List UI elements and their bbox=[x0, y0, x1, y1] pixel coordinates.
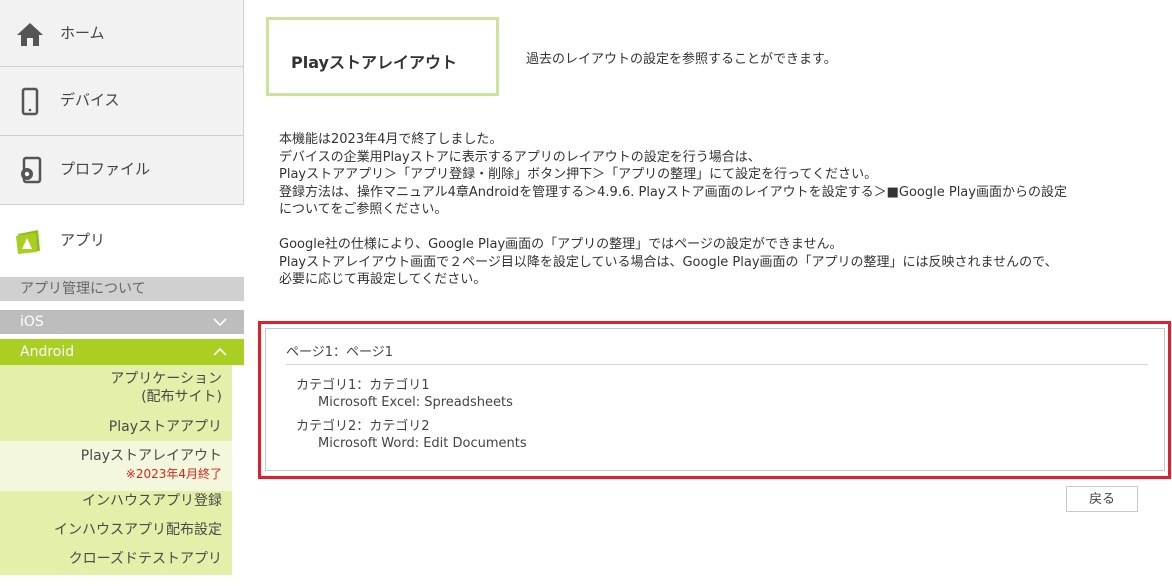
layout-preview-box: ページ1：ページ1 カテゴリ1：カテゴリ1 Microsoft Excel: S… bbox=[265, 328, 1165, 471]
notice-line: Google社の仕様により、Google Play画面の「アプリの整理」ではペー… bbox=[279, 237, 843, 252]
submenu-item-label: Playストアレイアウト bbox=[80, 448, 222, 464]
menu-about-apps-label: アプリ管理について bbox=[20, 281, 146, 297]
divider bbox=[286, 364, 1148, 365]
menu-ios-label: iOS bbox=[20, 314, 44, 330]
app-icon bbox=[12, 225, 44, 261]
submenu-item-label: インハウスアプリ登録 bbox=[82, 493, 222, 509]
nav-profile-label: プロファイル bbox=[60, 160, 151, 178]
page-description: 過去のレイアウトの設定を参照することができます。 bbox=[526, 52, 837, 67]
sidebar: ホーム デバイス プロファイル アプリ アプリ管理について iOS Androi… bbox=[0, 0, 244, 586]
page-title: Playストアレイアウト bbox=[291, 53, 457, 72]
nav-device-label: デバイス bbox=[60, 91, 120, 109]
nav-app[interactable]: アプリ bbox=[0, 207, 244, 271]
submenu-item-playstore-apps[interactable]: Playストアアプリ bbox=[109, 418, 222, 436]
layout-category: カテゴリ1：カテゴリ1 bbox=[296, 378, 430, 393]
submenu-item-label: クローズドテストアプリ bbox=[68, 551, 222, 567]
submenu-item-inhouse-distribution[interactable]: インハウスアプリ配布設定 bbox=[54, 521, 222, 539]
menu-android-label: Android bbox=[20, 344, 75, 360]
notice-line: 本機能は2023年4月で終了しました。 bbox=[279, 132, 503, 147]
nav-home-label: ホーム bbox=[60, 24, 105, 42]
notice-line: 登録方法は、操作マニュアル4章Androidを管理する＞4.9.6. Playス… bbox=[279, 184, 1067, 200]
nav-app-label: アプリ bbox=[60, 231, 106, 249]
submenu-item-inhouse-register[interactable]: インハウスアプリ登録 bbox=[82, 492, 222, 510]
notice-line: デバイスの企業用Playストアに表示するアプリのレイアウトの設定を行う場合は、 bbox=[279, 149, 761, 165]
notice-line: Playストアレイアウト画面で２ページ目以降を設定している場合は、Google … bbox=[279, 254, 1058, 270]
nav-device[interactable]: デバイス bbox=[0, 67, 244, 136]
android-submenu: アプリケーション (配布サイト) Playストアアプリ Playストアレイアウト… bbox=[0, 365, 232, 575]
submenu-item-label: アプリケーション bbox=[110, 371, 222, 387]
nav-profile[interactable]: プロファイル bbox=[0, 136, 244, 205]
smartphone-icon bbox=[14, 85, 46, 117]
chevron-down-icon bbox=[212, 310, 228, 341]
menu-ios[interactable]: iOS bbox=[0, 310, 244, 334]
notice-line: Playストアアプリ＞「アプリ登録・削除」ボタン押下＞「アプリの整理」にて設定を… bbox=[279, 167, 878, 182]
layout-app: Microsoft Excel: Spreadsheets bbox=[318, 395, 513, 410]
submenu-item-playstore-layout[interactable]: Playストアレイアウト ※2023年4月終了 bbox=[81, 447, 222, 483]
submenu-item-application[interactable]: アプリケーション (配布サイト) bbox=[110, 370, 222, 406]
layout-category: カテゴリ2：カテゴリ2 bbox=[296, 419, 430, 434]
submenu-item-label-sub: (配布サイト) bbox=[141, 389, 222, 405]
profile-gear-icon bbox=[14, 154, 46, 186]
page-title-box: Playストアレイアウト bbox=[266, 17, 499, 96]
back-button[interactable]: 戻る bbox=[1066, 486, 1138, 512]
submenu-item-label: Playストアアプリ bbox=[108, 419, 222, 435]
nav-home[interactable]: ホーム bbox=[0, 0, 244, 67]
home-icon bbox=[14, 18, 46, 50]
menu-about-apps[interactable]: アプリ管理について bbox=[0, 277, 244, 301]
submenu-item-note: ※2023年4月終了 bbox=[125, 467, 222, 481]
submenu-item-label: インハウスアプリ配布設定 bbox=[54, 522, 222, 538]
layout-page-title: ページ1：ページ1 bbox=[286, 345, 394, 360]
submenu-item-closed-test[interactable]: クローズドテストアプリ bbox=[69, 550, 222, 568]
layout-app: Microsoft Word: Edit Documents bbox=[318, 436, 527, 451]
notice-line: 必要に応じて再設定してください。 bbox=[279, 272, 487, 287]
notice-line: についてをご参照ください。 bbox=[279, 202, 448, 217]
menu-android[interactable]: Android bbox=[0, 339, 244, 365]
notice-text: 本機能は2023年4月で終了しました。 デバイスの企業用Playストアに表示する… bbox=[279, 131, 1159, 289]
